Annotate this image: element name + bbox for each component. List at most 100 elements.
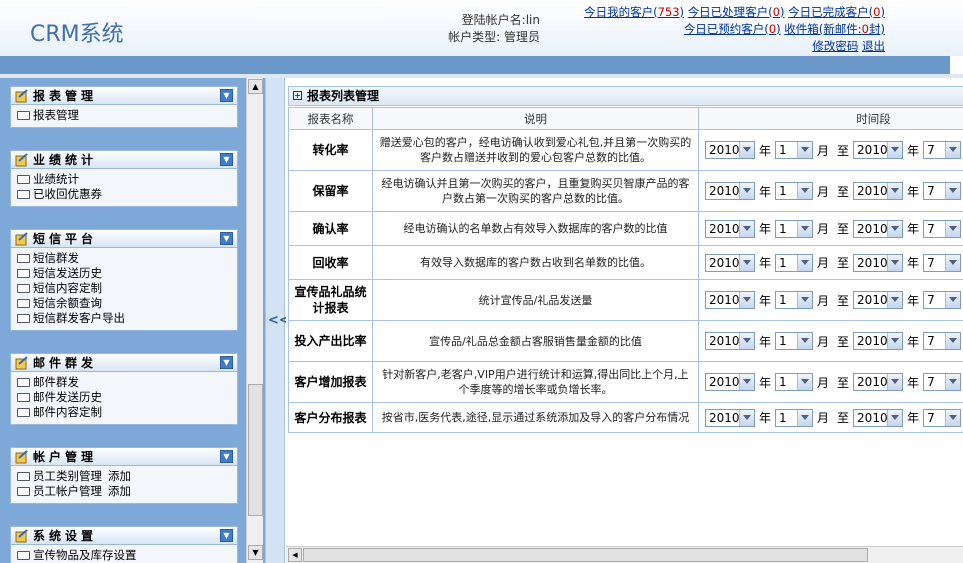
month-to-select[interactable]: 7: [923, 141, 962, 159]
month-from-select[interactable]: 1: [775, 408, 814, 427]
month-to-select[interactable]: 7: [923, 182, 962, 200]
time-unit-label: 至: [837, 411, 850, 425]
time-unit-label: 年: [907, 143, 920, 158]
sidebar-group-label: 短信平台: [33, 232, 98, 246]
stats-links: 今日我的客户(753) 今日已处理客户(0) 今日已完成客户(0) 今日已预约客…: [584, 4, 885, 55]
sidebar-scroll-thumb[interactable]: [248, 384, 263, 516]
year-from-select[interactable]: 2010: [705, 291, 755, 309]
year-from-select[interactable]: 2010: [705, 141, 755, 159]
time-unit-label: 年: [759, 293, 772, 308]
time-unit-label: 月: [817, 256, 830, 270]
month-from-select[interactable]: 1: [775, 332, 814, 350]
horizontal-scroll-thumb[interactable]: [303, 548, 868, 562]
sidebar-item[interactable]: 短信内容定制: [17, 281, 233, 296]
month-to-select[interactable]: 7: [923, 253, 962, 272]
sidebar-item[interactable]: 员工类别管理 添加: [17, 469, 233, 484]
year-to-select[interactable]: 2010: [853, 141, 904, 159]
report-name[interactable]: 确认率: [288, 211, 373, 246]
sidebar-group-title[interactable]: 帐户管理 ▼: [10, 447, 238, 466]
year-to-select[interactable]: 2010: [853, 219, 904, 238]
scroll-up-icon[interactable]: ▲: [248, 79, 263, 94]
scroll-down-icon[interactable]: ▼: [248, 545, 263, 560]
collapse-group-icon[interactable]: ▼: [220, 153, 233, 166]
sidebar-item[interactable]: 宣传物品及库存设置: [17, 548, 233, 563]
collapse-group-icon[interactable]: ▼: [220, 356, 233, 369]
month-from-select[interactable]: 1: [775, 291, 814, 309]
report-name[interactable]: 宣传品礼品统计报表: [288, 279, 373, 321]
year-to-select[interactable]: 2010: [853, 253, 904, 272]
collapse-group-icon[interactable]: ▼: [220, 89, 233, 102]
year-to-select[interactable]: 2010: [853, 291, 904, 309]
year-from-select[interactable]: 2010: [705, 253, 755, 272]
month-from-select[interactable]: 1: [775, 219, 814, 238]
completed-customers-link[interactable]: 今日已完成客户(0): [788, 5, 885, 19]
sidebar-item[interactable]: 报表管理: [17, 108, 233, 123]
sidebar-item[interactable]: 邮件发送历史: [17, 390, 233, 405]
year-to-select[interactable]: 2010: [853, 408, 904, 427]
report-name[interactable]: 转化率: [288, 129, 373, 171]
collapse-group-icon[interactable]: ▼: [220, 232, 233, 245]
time-unit-label: 月: [817, 143, 830, 158]
collapse-group-icon[interactable]: ▼: [220, 450, 233, 463]
sidebar-item[interactable]: 短信发送历史: [17, 266, 233, 281]
month-from-select[interactable]: 1: [775, 253, 814, 272]
inbox-link[interactable]: 收件箱(新邮件:0封): [784, 22, 885, 36]
processed-customers-link[interactable]: 今日已处理客户(0): [688, 5, 785, 19]
expand-icon[interactable]: +: [293, 91, 302, 100]
horizontal-scrollbar[interactable]: ◀: [286, 546, 963, 563]
month-from-select[interactable]: 1: [775, 373, 814, 391]
year-from-select[interactable]: 2010: [705, 182, 755, 200]
report-name[interactable]: 保留率: [288, 170, 373, 212]
my-customers-link[interactable]: 今日我的客户(753): [584, 5, 684, 19]
year-from-select[interactable]: 2010: [705, 373, 755, 391]
sidebar-group-title[interactable]: 邮件群发 ▼: [10, 353, 238, 372]
sidebar-splitter[interactable]: <<: [265, 78, 290, 563]
sidebar-group-title[interactable]: 短信平台 ▼: [10, 229, 238, 248]
collapse-group-icon[interactable]: ▼: [220, 529, 233, 542]
dropdown-arrow-icon: [739, 254, 754, 271]
sidebar-item[interactable]: 短信群发客户导出: [17, 311, 233, 326]
year-from-select[interactable]: 2010: [705, 332, 755, 350]
sidebar-group-title[interactable]: 业绩统计 ▼: [10, 150, 238, 169]
dropdown-arrow-icon: [797, 374, 813, 390]
sidebar-item[interactable]: 短信余额查询: [17, 296, 233, 311]
time-unit-label: 年: [907, 222, 920, 236]
add-link[interactable]: 添加: [108, 469, 131, 483]
month-to-select[interactable]: 7: [923, 291, 962, 309]
month-from-select[interactable]: 1: [775, 141, 814, 159]
report-name[interactable]: 投入产出比率: [288, 320, 373, 362]
report-name[interactable]: 客户分布报表: [288, 402, 373, 433]
year-to-select[interactable]: 2010: [853, 182, 904, 200]
sidebar-group-items: 报表管理: [10, 105, 238, 128]
report-name[interactable]: 回收率: [288, 245, 373, 280]
year-from-select[interactable]: 2010: [705, 408, 755, 427]
month-to-select[interactable]: 7: [923, 373, 962, 391]
reserved-customers-link[interactable]: 今日已预约客户(0): [684, 22, 781, 36]
sidebar-scrollbar[interactable]: ▲ ▼: [246, 78, 263, 563]
month-to-select[interactable]: 7: [923, 408, 962, 427]
month-to-select[interactable]: 7: [923, 219, 962, 238]
sidebar-item[interactable]: 邮件群发: [17, 375, 233, 390]
year-to-select[interactable]: 2010: [853, 373, 904, 391]
change-password-link[interactable]: 修改密码: [812, 39, 858, 53]
table-header-row: 报表名称 说明 时间段: [288, 107, 963, 130]
sidebar-item[interactable]: 短信群发: [17, 251, 233, 266]
sidebar-group-title[interactable]: 报表管理 ▼: [10, 86, 238, 105]
year-from-select[interactable]: 2010: [705, 219, 755, 238]
dropdown-arrow-icon: [945, 292, 961, 308]
logout-link[interactable]: 退出: [862, 39, 885, 53]
month-to-select[interactable]: 7: [923, 332, 962, 350]
month-from-select[interactable]: 1: [775, 182, 814, 200]
sidebar-item[interactable]: 邮件内容定制: [17, 405, 233, 420]
scroll-left-icon[interactable]: ◀: [288, 548, 302, 562]
sidebar-item[interactable]: 员工帐户管理 添加: [17, 484, 233, 499]
time-unit-label: 至: [837, 293, 850, 308]
add-link[interactable]: 添加: [108, 484, 131, 498]
sidebar-item[interactable]: 已收回优惠券: [17, 187, 233, 202]
sidebar-group-label: 业绩统计: [33, 153, 98, 167]
report-name[interactable]: 客户增加报表: [288, 361, 373, 403]
year-to-select[interactable]: 2010: [853, 332, 904, 350]
dropdown-arrow-icon: [945, 374, 961, 390]
sidebar-item[interactable]: 业绩统计: [17, 172, 233, 187]
sidebar-group-title[interactable]: 系统设置 ▼: [10, 526, 238, 545]
